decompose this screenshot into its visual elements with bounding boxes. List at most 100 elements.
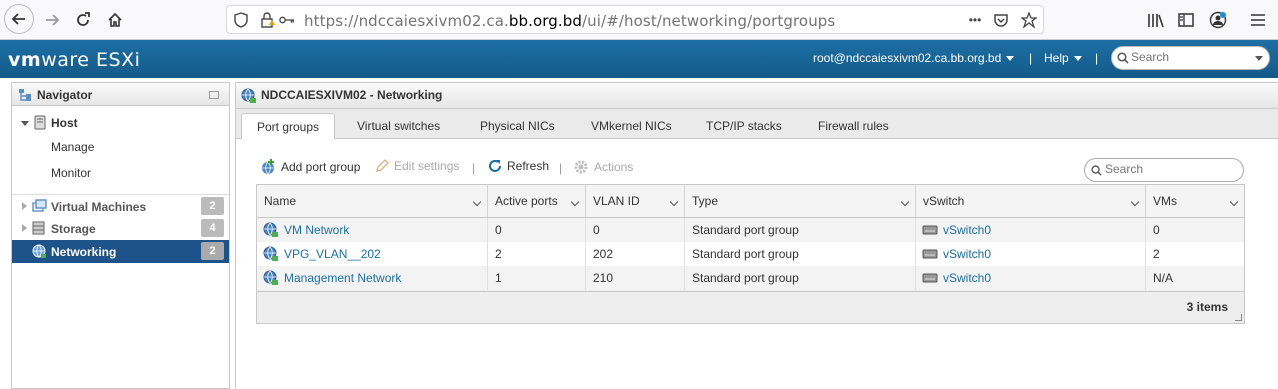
- tab-firewall-rules[interactable]: Firewall rules: [803, 113, 904, 139]
- network-globe-icon: [241, 88, 256, 103]
- nav-item-host[interactable]: Host: [12, 111, 229, 134]
- page-title: NDCCAIESXIVM02 - Networking: [261, 88, 443, 102]
- nav-item-label: Monitor: [51, 166, 92, 180]
- port-group-link[interactable]: VM Network: [284, 223, 349, 237]
- sidebar-icon[interactable]: [1172, 6, 1200, 34]
- edit-settings-button[interactable]: Edit settings: [375, 159, 459, 173]
- count-badge: 4: [201, 219, 224, 237]
- chevron-down-icon: [1073, 56, 1082, 62]
- chevron-down-icon[interactable]: [1229, 197, 1239, 207]
- vswitch-cell[interactable]: vSwitch0: [916, 218, 1146, 242]
- add-port-group-button[interactable]: Add port group: [260, 159, 360, 175]
- column-header-vswitch[interactable]: vSwitch: [916, 185, 1146, 217]
- key-icon[interactable]: [279, 12, 295, 28]
- help-menu[interactable]: Help: [1044, 51, 1082, 65]
- header-search[interactable]: [1111, 46, 1270, 70]
- account-icon[interactable]: [1204, 6, 1232, 34]
- add-network-icon: [262, 159, 274, 175]
- tab-physical-nics[interactable]: Physical NICs: [465, 113, 570, 139]
- navigator-title: Navigator: [37, 88, 93, 102]
- name-cell[interactable]: VM Network: [257, 218, 488, 242]
- port-group-link[interactable]: VPG_VLAN__202: [284, 247, 381, 261]
- search-icon: [1091, 165, 1102, 176]
- vswitch-cell[interactable]: vSwitch0: [916, 266, 1146, 290]
- actions-button[interactable]: Actions: [573, 159, 633, 175]
- tab-virtual-switches[interactable]: Virtual switches: [342, 113, 455, 139]
- resize-handle-icon[interactable]: [1235, 314, 1242, 321]
- home-icon[interactable]: [101, 6, 129, 34]
- chevron-down-icon[interactable]: [570, 197, 580, 207]
- nav-item-manage[interactable]: Manage: [12, 135, 229, 158]
- chevron-down-icon[interactable]: [472, 197, 482, 207]
- name-cell[interactable]: Management Network: [257, 266, 488, 290]
- table-row[interactable]: VM Network 0 0 Standard port group vSwit…: [257, 218, 1244, 242]
- chevron-down-icon[interactable]: [669, 197, 679, 207]
- chevron-down-icon[interactable]: [1130, 197, 1140, 207]
- table-row[interactable]: VPG_VLAN__202 2 202 Standard port group …: [257, 242, 1244, 266]
- url-bar[interactable]: https://ndccaiesxivm02.ca.bb.org.bd/ui/#…: [226, 5, 1044, 34]
- back-icon[interactable]: [4, 4, 34, 34]
- vswitch-link[interactable]: vSwitch0: [943, 247, 991, 261]
- expand-arrow-icon[interactable]: [22, 202, 27, 210]
- header-search-input[interactable]: [1131, 50, 1251, 64]
- vlan-id-cell: 210: [586, 266, 685, 290]
- pencil-icon: [376, 159, 389, 172]
- shield-icon[interactable]: [233, 12, 249, 28]
- vms-cell: N/A: [1153, 271, 1174, 285]
- refresh-button[interactable]: Refresh: [488, 159, 549, 173]
- active-ports-cell: 2: [488, 242, 586, 266]
- column-header-type[interactable]: Type: [685, 185, 916, 217]
- library-icon[interactable]: [1142, 6, 1170, 34]
- table-header: Name Active ports VLAN ID Type vSwitch V…: [257, 185, 1244, 218]
- nav-item-storage[interactable]: Storage 4: [12, 217, 229, 240]
- forward-icon[interactable]: [38, 6, 66, 34]
- column-header-name[interactable]: Name: [257, 185, 488, 217]
- main-header: NDCCAIESXIVM02 - Networking: [236, 83, 1278, 109]
- port-group-icon: [263, 270, 278, 285]
- nav-item-virtual-machines[interactable]: Virtual Machines 2: [12, 194, 229, 217]
- vswitch-icon: [922, 225, 938, 235]
- url-text[interactable]: https://ndccaiesxivm02.ca.bb.org.bd/ui/#…: [304, 12, 835, 30]
- nav-item-label: Networking: [51, 245, 117, 259]
- user-menu[interactable]: root@ndccaiesxivm02.ca.bb.org.bd: [813, 51, 1015, 65]
- nav-item-label: Manage: [51, 140, 95, 154]
- vmware-esxi-logo: vmware ESXi: [8, 49, 141, 71]
- port-group-link[interactable]: Management Network: [284, 271, 401, 285]
- nav-item-label: Virtual Machines: [51, 200, 147, 214]
- hamburger-menu-icon[interactable]: [1244, 6, 1272, 34]
- collapse-icon[interactable]: [209, 91, 219, 99]
- insecure-lock-icon[interactable]: [260, 12, 276, 28]
- vswitch-link[interactable]: vSwitch0: [943, 271, 991, 285]
- pocket-icon[interactable]: [993, 12, 1009, 28]
- grid-search[interactable]: [1084, 158, 1244, 182]
- nav-item-label: Host: [51, 116, 78, 130]
- nav-item-networking[interactable]: Networking 2: [12, 240, 229, 263]
- column-label: VMs: [1153, 194, 1177, 208]
- table-row[interactable]: Management Network 1 210 Standard port g…: [257, 266, 1244, 290]
- user-label: root@ndccaiesxivm02.ca.bb.org.bd: [813, 51, 1002, 65]
- vms-cell: 2: [1153, 247, 1160, 261]
- name-cell[interactable]: VPG_VLAN__202: [257, 242, 488, 266]
- column-header-vms[interactable]: VMs: [1146, 185, 1244, 217]
- bookmark-star-icon[interactable]: [1021, 12, 1037, 28]
- page-actions-icon[interactable]: •••: [965, 12, 985, 28]
- vswitch-cell[interactable]: vSwitch0: [916, 242, 1146, 266]
- column-header-vlan-id[interactable]: VLAN ID: [586, 185, 685, 217]
- chevron-down-icon[interactable]: [900, 197, 910, 207]
- expand-arrow-icon[interactable]: [21, 121, 29, 126]
- reload-icon[interactable]: [69, 6, 97, 34]
- tab-tcpip-stacks[interactable]: TCP/IP stacks: [691, 113, 797, 139]
- actions-label: Actions: [594, 160, 634, 174]
- tab-port-groups[interactable]: Port groups: [241, 113, 336, 139]
- nav-item-monitor[interactable]: Monitor: [12, 161, 229, 184]
- tab-vmkernel-nics[interactable]: VMkernel NICs: [576, 113, 687, 139]
- column-label: Type: [692, 194, 719, 208]
- chevron-down-icon[interactable]: [1255, 56, 1263, 61]
- column-header-active-ports[interactable]: Active ports: [488, 185, 586, 217]
- search-icon: [1117, 52, 1129, 64]
- expand-arrow-icon[interactable]: [22, 224, 27, 232]
- vlan-id-cell: 0: [586, 218, 685, 242]
- app-header: vmware ESXi root@ndccaiesxivm02.ca.bb.or…: [0, 40, 1278, 78]
- vswitch-link[interactable]: vSwitch0: [943, 223, 991, 237]
- grid-search-input[interactable]: [1105, 162, 1235, 176]
